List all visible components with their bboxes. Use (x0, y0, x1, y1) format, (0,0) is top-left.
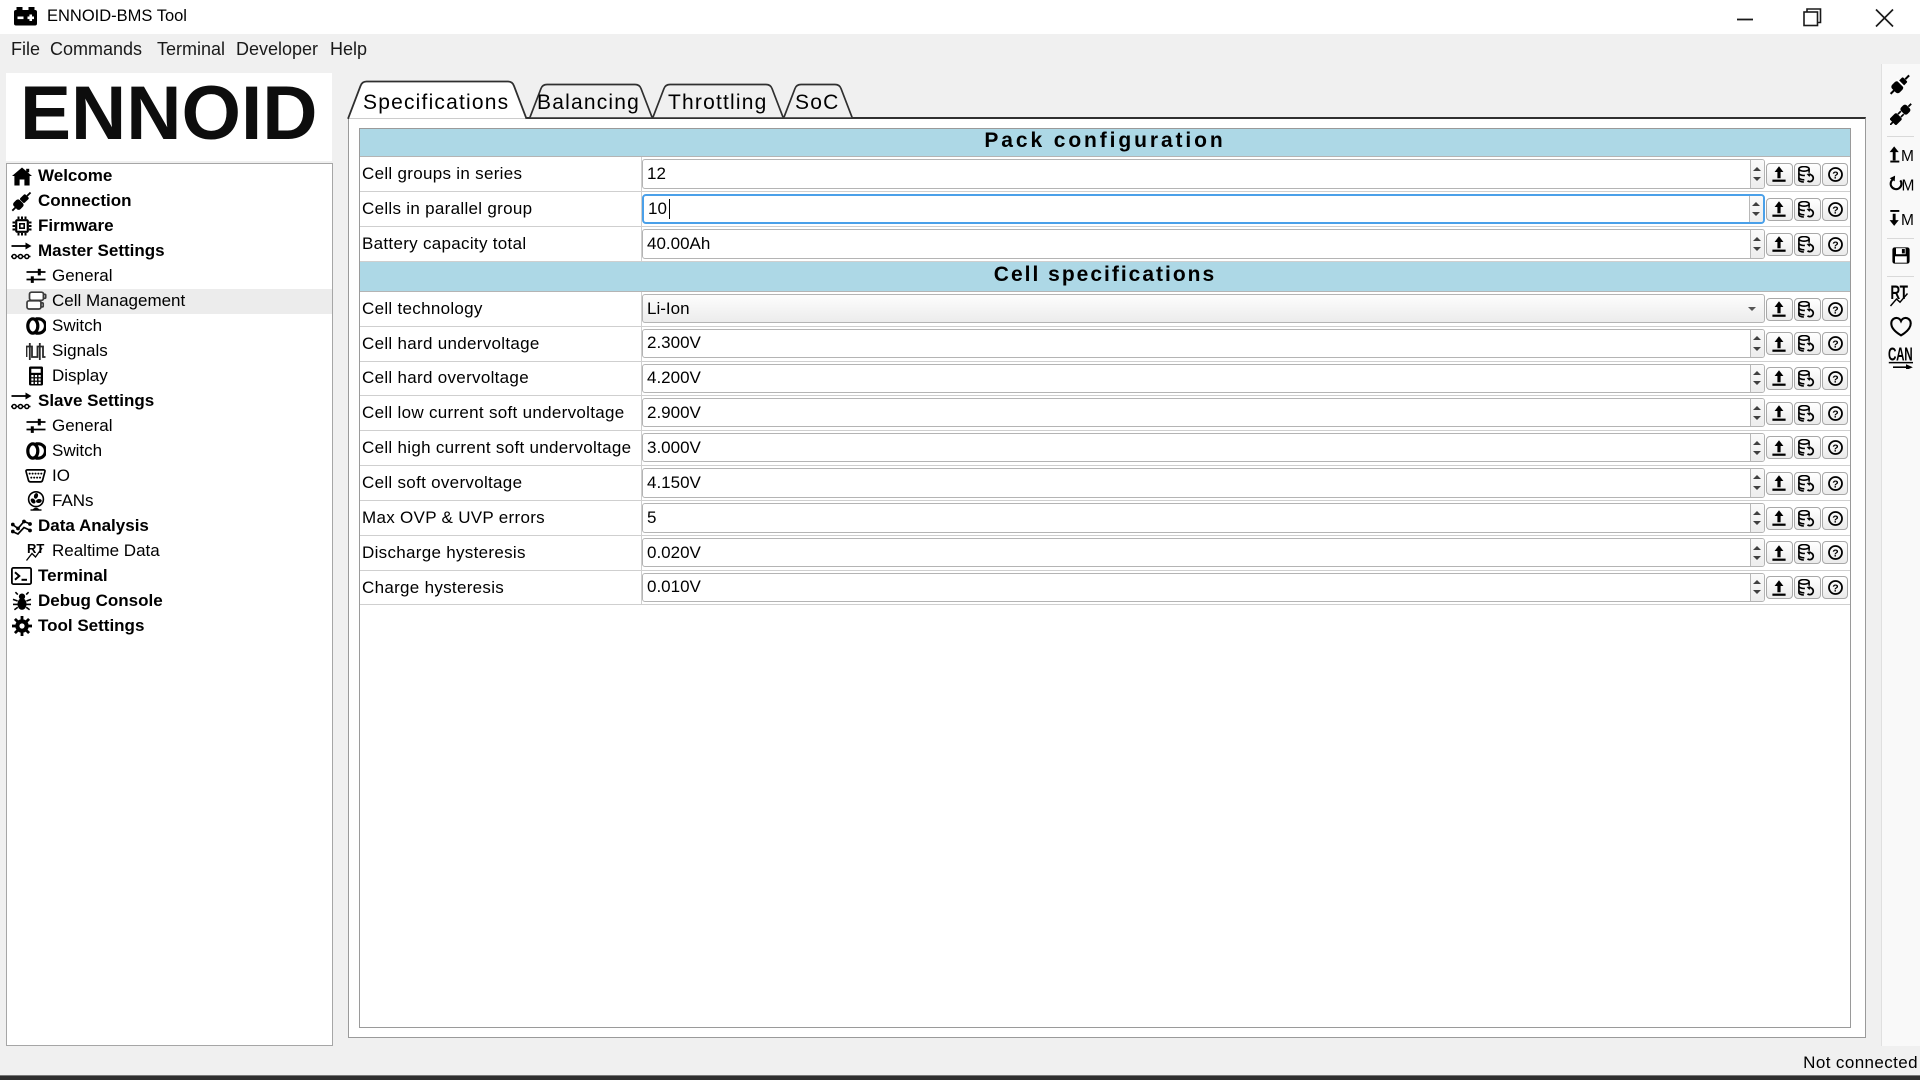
svg-text:M: M (1902, 178, 1915, 194)
svg-text:M: M (1901, 212, 1914, 227)
svg-text:?: ? (1832, 408, 1838, 420)
svg-text:?: ? (1832, 339, 1838, 351)
svg-text:?: ? (1832, 583, 1838, 595)
svg-text:?: ? (1832, 478, 1838, 490)
svg-text:?: ? (1832, 169, 1838, 181)
svg-text:M: M (1901, 148, 1914, 163)
svg-text:?: ? (1832, 373, 1838, 385)
svg-text:?: ? (1832, 239, 1838, 251)
svg-text:?: ? (1832, 548, 1838, 560)
svg-text:?: ? (1832, 304, 1838, 316)
svg-text:?: ? (1832, 513, 1838, 525)
svg-text:?: ? (1832, 204, 1838, 216)
svg-text:?: ? (1832, 443, 1838, 455)
